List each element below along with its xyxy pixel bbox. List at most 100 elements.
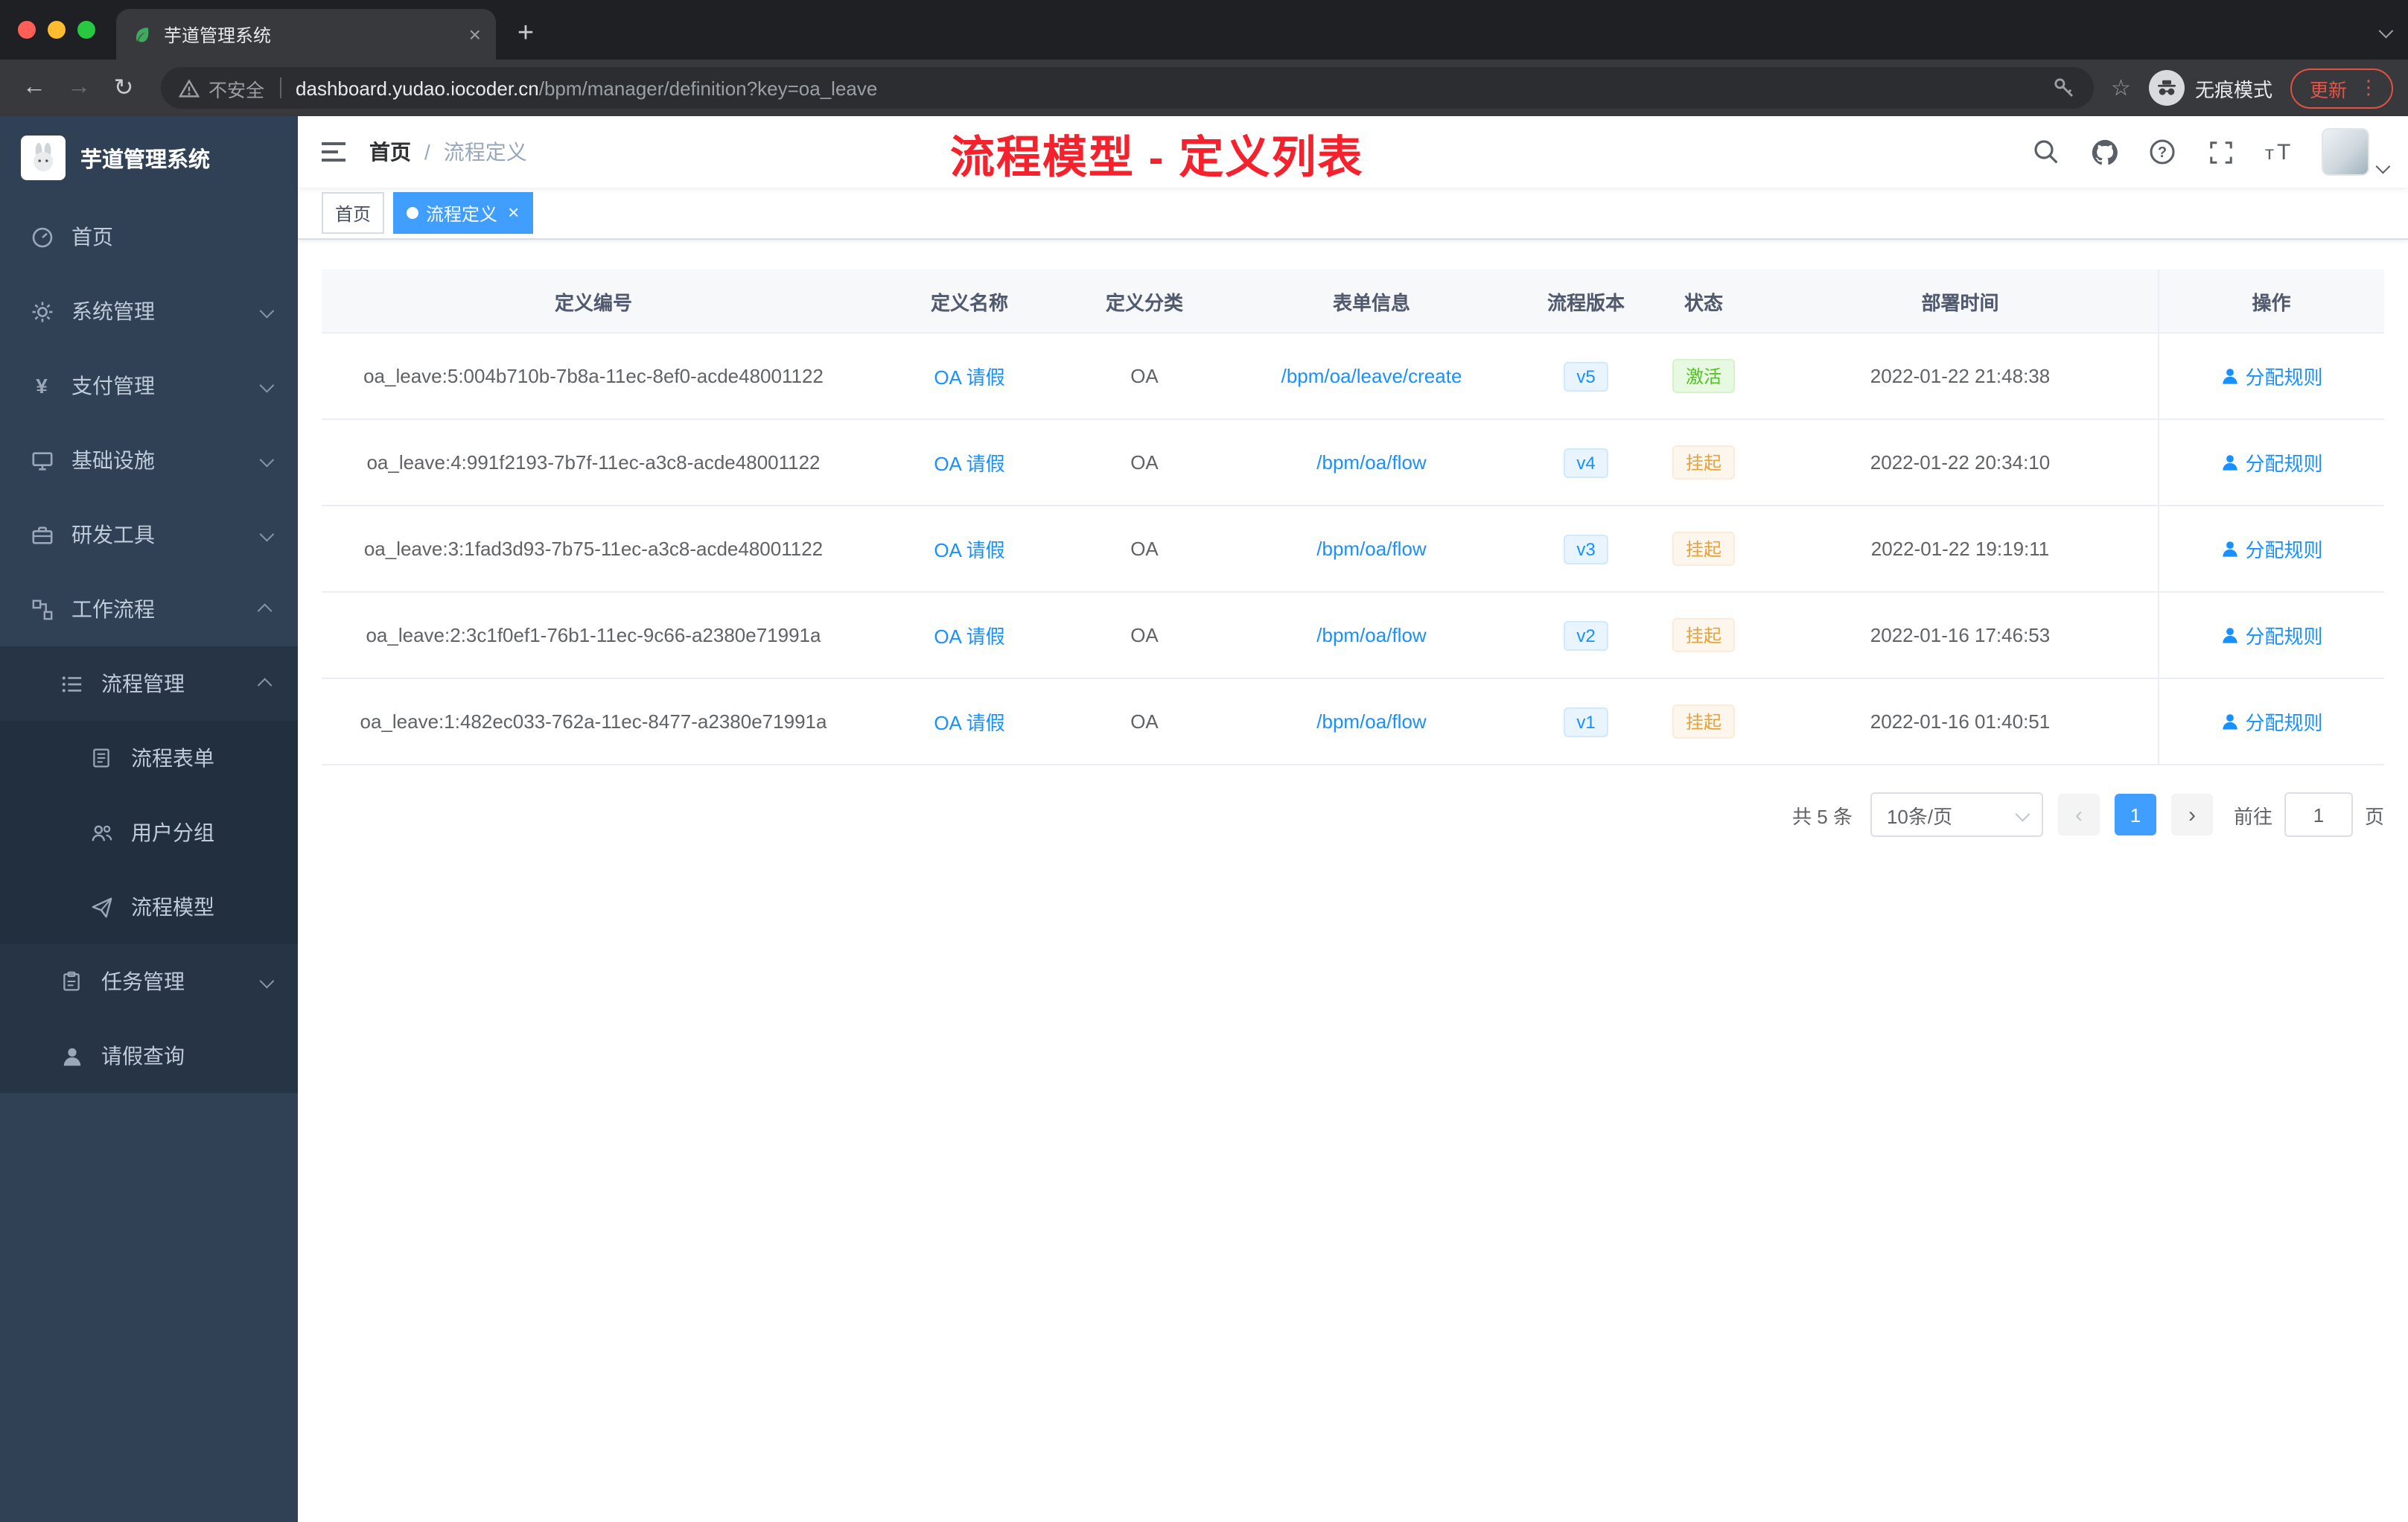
avatar-image xyxy=(2322,128,2369,176)
workflow-icon xyxy=(30,597,54,621)
breadcrumb-home[interactable]: 首页 xyxy=(369,137,411,167)
sidebar-item-process-form[interactable]: 流程表单 xyxy=(0,721,298,795)
sidebar-item-task-management[interactable]: 任务管理 xyxy=(0,944,298,1019)
url-text[interactable]: dashboard.yudao.iocoder.cn/bpm/manager/d… xyxy=(296,77,2039,99)
prev-page-button[interactable]: ‹ xyxy=(2057,794,2100,835)
navbar-actions: ? тT xyxy=(2031,128,2408,176)
chrome-update-button[interactable]: 更新 ⋮ xyxy=(2290,68,2393,108)
incognito-icon xyxy=(2148,70,2185,106)
bookmark-star-icon[interactable]: ☆ xyxy=(2111,74,2131,101)
fullscreen-icon[interactable] xyxy=(2205,137,2235,167)
reload-button[interactable]: ↻ xyxy=(104,69,143,107)
user-group-icon xyxy=(89,821,113,844)
tag-close-icon[interactable]: × xyxy=(508,203,519,222)
status-badge: 挂起 xyxy=(1672,618,1735,652)
toolbox-icon xyxy=(30,523,54,547)
close-window-button[interactable] xyxy=(18,21,36,39)
back-button[interactable]: ← xyxy=(15,69,54,107)
browser-window: 芋道管理系统 × + ← → ↻ 不安全 dashboard.yudao.ioc… xyxy=(0,0,2408,1522)
assign-rule-link[interactable]: 分配规则 xyxy=(2220,448,2323,477)
definition-name-link[interactable]: OA 请假 xyxy=(934,539,1004,561)
table-row: oa_leave:5:004b710b-7b8a-11ec-8ef0-acde4… xyxy=(322,333,2384,420)
sidebar-item-system[interactable]: 系统管理 xyxy=(0,274,298,348)
warning-icon xyxy=(179,78,200,97)
list-icon xyxy=(60,672,83,695)
font-size-icon[interactable]: тT xyxy=(2264,137,2293,167)
table-row: oa_leave:1:482ec033-762a-11ec-8477-a2380… xyxy=(322,678,2384,765)
assign-rule-link[interactable]: 分配规则 xyxy=(2220,535,2323,563)
chevron-down-icon xyxy=(259,451,275,467)
form-link[interactable]: /bpm/oa/flow xyxy=(1316,624,1426,646)
sidebar: 芋道管理系统 首页 系统管理 ¥ 支付管理 基础设施 研发工具 工作流程 流程管… xyxy=(0,116,298,1522)
form-link[interactable]: /bpm/oa/flow xyxy=(1316,538,1426,560)
definition-name-link[interactable]: OA 请假 xyxy=(934,712,1004,734)
sidebar-menu: 首页 系统管理 ¥ 支付管理 基础设施 研发工具 工作流程 流程管理 流程表单 … xyxy=(0,200,298,1522)
browser-menu-icon[interactable]: ⋮ xyxy=(2359,76,2378,100)
person-icon xyxy=(60,1044,83,1068)
table-row: oa_leave:2:3c1f0ef1-76b1-11ec-9c66-a2380… xyxy=(322,592,2384,679)
address-bar[interactable]: 不安全 dashboard.yudao.iocoder.cn/bpm/manag… xyxy=(161,67,2094,109)
sidebar-item-workflow[interactable]: 工作流程 xyxy=(0,572,298,646)
person-icon xyxy=(2222,369,2237,384)
chevron-down-icon xyxy=(2015,806,2030,821)
security-status[interactable]: 不安全 xyxy=(179,74,264,102)
form-link[interactable]: /bpm/oa/flow xyxy=(1316,451,1426,474)
version-badge: v4 xyxy=(1563,448,1609,477)
sidebar-item-user-group[interactable]: 用户分组 xyxy=(0,795,298,870)
maximize-window-button[interactable] xyxy=(77,21,95,39)
definition-name-link[interactable]: OA 请假 xyxy=(934,625,1004,648)
person-icon xyxy=(2222,455,2237,471)
minimize-window-button[interactable] xyxy=(48,21,66,39)
tag-home[interactable]: 首页 xyxy=(322,192,385,234)
tab-title: 芋道管理系统 xyxy=(164,25,272,45)
forward-button[interactable]: → xyxy=(60,69,98,107)
cell-category: OA xyxy=(1074,592,1215,679)
goto-unit: 页 xyxy=(2364,805,2384,827)
chevron-down-icon xyxy=(259,526,275,541)
cell-id: oa_leave:2:3c1f0ef1-76b1-11ec-9c66-a2380… xyxy=(322,592,865,679)
sidebar-item-home[interactable]: 首页 xyxy=(0,200,298,274)
form-link[interactable]: /bpm/oa/flow xyxy=(1316,710,1426,733)
sidebar-item-leave-query[interactable]: 请假查询 xyxy=(0,1019,298,1093)
assign-rule-link[interactable]: 分配规则 xyxy=(2220,621,2323,649)
definition-name-link[interactable]: OA 请假 xyxy=(934,453,1004,475)
tab-search-chevron-icon[interactable] xyxy=(2378,18,2394,45)
password-key-icon[interactable] xyxy=(2051,76,2075,100)
sidebar-item-infrastructure[interactable]: 基础设施 xyxy=(0,423,298,497)
next-page-button[interactable]: › xyxy=(2170,794,2213,835)
tab-close-icon[interactable]: × xyxy=(469,24,481,45)
breadcrumb-current: 流程定义 xyxy=(443,140,527,164)
sidebar-item-process-model[interactable]: 流程模型 xyxy=(0,870,298,944)
col-header-category: 定义分类 xyxy=(1074,270,1215,334)
cell-id: oa_leave:1:482ec033-762a-11ec-8477-a2380… xyxy=(322,678,865,765)
help-icon[interactable]: ? xyxy=(2147,137,2177,167)
search-icon[interactable] xyxy=(2031,137,2061,167)
assign-rule-link[interactable]: 分配规则 xyxy=(2220,707,2323,736)
new-tab-button[interactable]: + xyxy=(505,13,547,55)
tab-favicon-leaf-icon xyxy=(131,24,152,45)
monitor-icon xyxy=(30,448,54,472)
hamburger-icon[interactable] xyxy=(298,116,369,188)
status-badge: 挂起 xyxy=(1672,445,1735,480)
sidebar-item-devtools[interactable]: 研发工具 xyxy=(0,497,298,572)
sidebar-item-payment[interactable]: ¥ 支付管理 xyxy=(0,348,298,423)
pagination-total: 共 5 条 xyxy=(1792,805,1853,827)
definition-name-link[interactable]: OA 请假 xyxy=(934,366,1004,389)
user-avatar[interactable] xyxy=(2322,128,2391,176)
svg-text:T: T xyxy=(2277,140,2290,164)
chevron-down-icon xyxy=(259,302,275,318)
goto-label: 前往 xyxy=(2233,805,2272,827)
page-size-select[interactable]: 10条/页 xyxy=(1870,792,2043,837)
current-page-button[interactable]: 1 xyxy=(2114,794,2156,835)
col-header-id: 定义编号 xyxy=(322,270,865,334)
cell-id: oa_leave:3:1fad3d93-7b75-11ec-a3c8-acde4… xyxy=(322,506,865,593)
goto-page-input[interactable] xyxy=(2284,792,2353,837)
assign-rule-link[interactable]: 分配规则 xyxy=(2220,362,2323,390)
sidebar-item-process-management[interactable]: 流程管理 xyxy=(0,646,298,721)
tag-process-definition[interactable]: 流程定义 × xyxy=(393,192,533,234)
form-link[interactable]: /bpm/oa/leave/create xyxy=(1281,365,1462,387)
github-icon[interactable] xyxy=(2089,137,2119,167)
status-badge: 激活 xyxy=(1672,359,1735,393)
browser-tab[interactable]: 芋道管理系统 × xyxy=(116,9,496,60)
definition-table: 定义编号 定义名称 定义分类 表单信息 流程版本 状态 部署时间 操作 oa_l xyxy=(322,270,2384,765)
